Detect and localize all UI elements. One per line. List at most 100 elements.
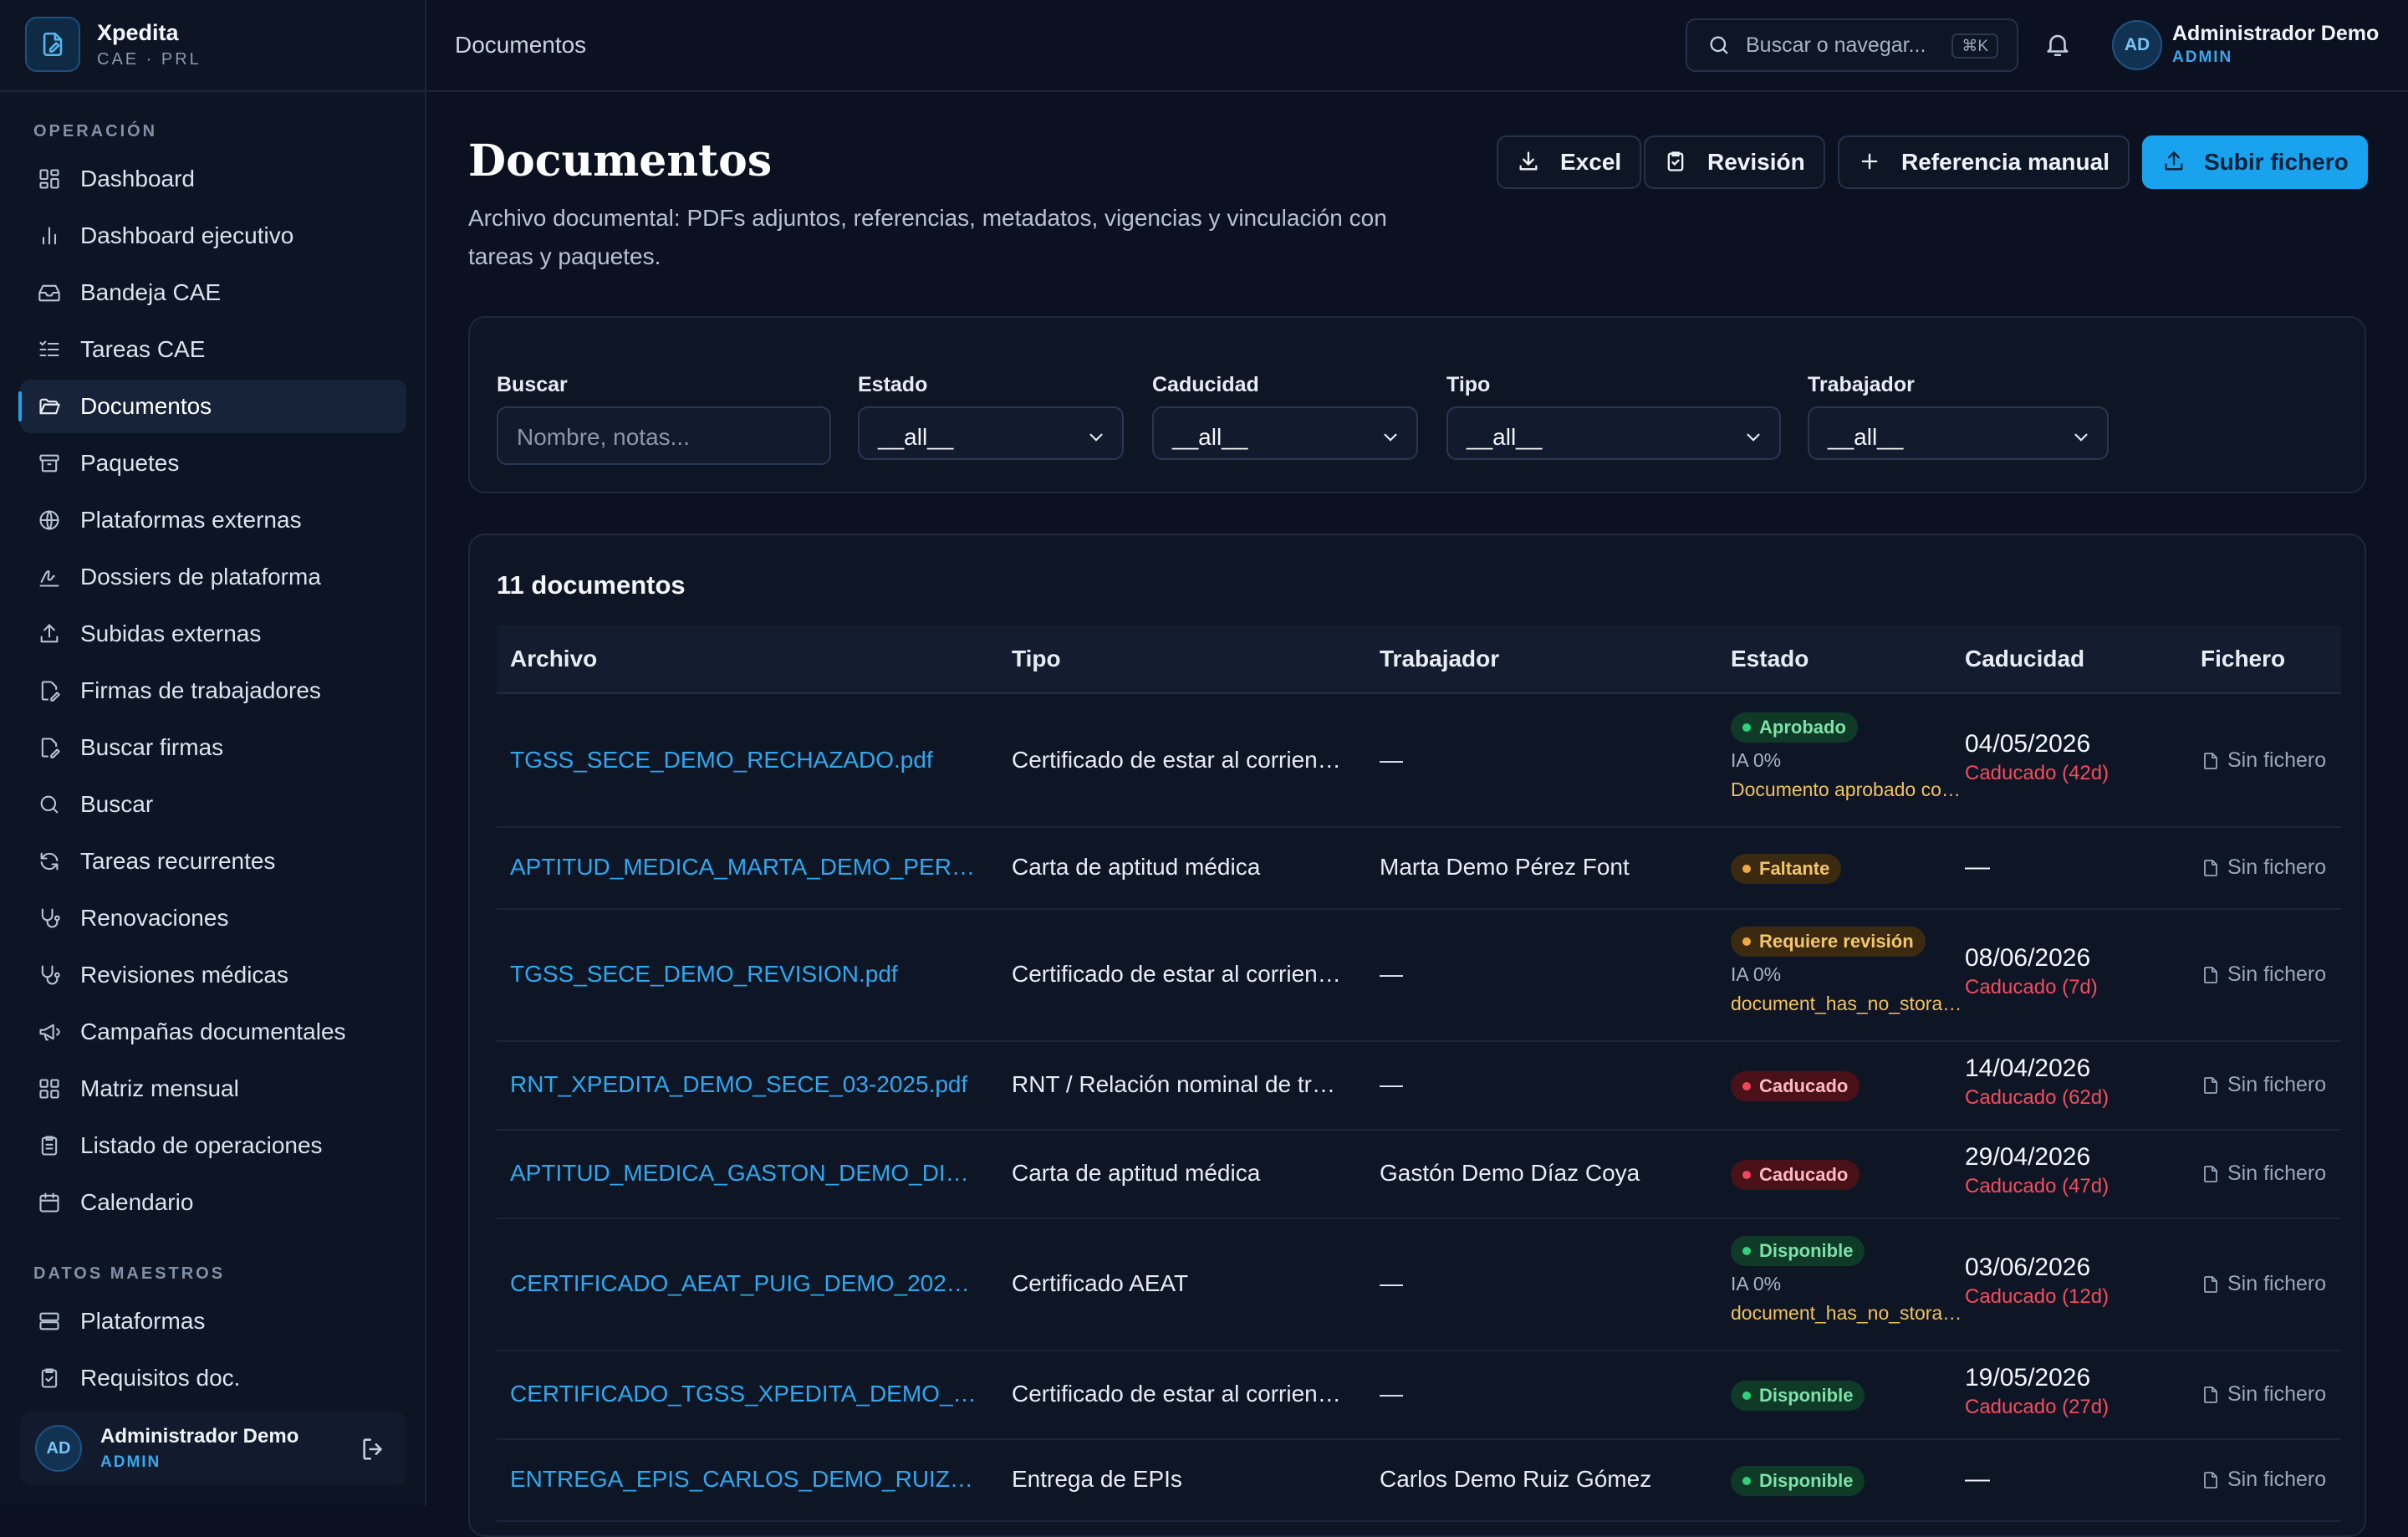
review-button[interactable]: Revisión bbox=[1644, 135, 1825, 189]
bell-icon[interactable] bbox=[2043, 30, 2074, 60]
file-status-label: Sin fichero bbox=[2227, 1073, 2326, 1097]
ai-confidence: IA 0% bbox=[1731, 1273, 1973, 1295]
search-icon bbox=[37, 792, 62, 817]
table-row[interactable]: CERTIFICADO_AEAT_PUIG_DEMO_2026-01.pdfCe… bbox=[497, 1218, 2341, 1351]
sidebar: Xpedita CAE · PRL OPERACIÓN Dashboard Da… bbox=[0, 0, 426, 1505]
file-pen-icon bbox=[37, 678, 62, 703]
sidebar-item-tareas-cae[interactable]: Tareas CAE bbox=[20, 323, 406, 376]
table-row[interactable]: ENTREGA_EPIS_CARLOS_DEMO_RUIZ.pdf Entrega… bbox=[497, 1438, 2341, 1522]
sidebar-item-subidas-externas[interactable]: Subidas externas bbox=[20, 607, 406, 661]
table-row[interactable]: CERTIFICADO_TGSS_XPEDITA_DEMO_2026.pdfCe… bbox=[497, 1350, 2341, 1440]
sidebar-item-calendario[interactable]: Calendario bbox=[20, 1176, 406, 1229]
nav-section-datos-maestros: DATOS MAESTROS bbox=[33, 1264, 225, 1284]
file-link[interactable]: CERTIFICADO_TGSS_XPEDITA_DEMO_2026.pdf bbox=[510, 1381, 978, 1407]
file-link[interactable]: TGSS_SECE_DEMO_RECHAZADO.pdf bbox=[510, 747, 978, 774]
column-header-tipo[interactable]: Tipo bbox=[1012, 646, 1061, 672]
clipboard-check-icon bbox=[1664, 150, 1689, 175]
logout-icon[interactable] bbox=[360, 1435, 388, 1463]
sidebar-item-plataformas-externas[interactable]: Plataformas externas bbox=[20, 493, 406, 547]
file-icon bbox=[2201, 858, 2227, 878]
upload-file-button-label: Subir fichero bbox=[2204, 149, 2349, 176]
column-header-archivo[interactable]: Archivo bbox=[510, 646, 597, 672]
topbar: Documentos Buscar o navegar... ⌘K AD Adm… bbox=[426, 0, 2408, 92]
column-header-caducidad[interactable]: Caducidad bbox=[1965, 646, 2084, 672]
table-row[interactable]: APTITUD_MEDICA_MARTA_DEMO_PEREZCarta de … bbox=[497, 826, 2341, 910]
expiry-date: 03/06/2026 bbox=[1965, 1254, 2182, 1282]
chevron-down-icon bbox=[1380, 426, 1401, 448]
excel-button[interactable]: Excel bbox=[1497, 135, 1641, 189]
sidebar-item-label: Bandeja CAE bbox=[80, 279, 221, 306]
table-row[interactable]: TGSS_SECE_DEMO_RECHAZADO.pdf Certificado … bbox=[497, 694, 2341, 828]
estado-filter-select[interactable]: __all__ bbox=[858, 406, 1124, 460]
worker-name: — bbox=[1380, 1270, 1739, 1297]
file-link[interactable]: ENTREGA_EPIS_CARLOS_DEMO_RUIZ.pdf bbox=[510, 1466, 978, 1493]
file-link[interactable]: APTITUD_MEDICA_GASTON_DEMO_DIAZ_COYA.pdf bbox=[510, 1160, 978, 1187]
search-placeholder: Buscar o navegar... bbox=[1746, 33, 1926, 58]
sidebar-item-firmas-trabajadores[interactable]: Firmas de trabajadores bbox=[20, 664, 406, 717]
sidebar-nav: OPERACIÓN Dashboard Dashboard ejecutivo … bbox=[0, 92, 425, 1409]
status-badge: Disponible bbox=[1731, 1466, 1865, 1496]
upload-file-button[interactable]: Subir fichero bbox=[2142, 135, 2368, 189]
expired-label: Caducado (7d) bbox=[1965, 976, 2182, 999]
table-row[interactable]: TGSS_SECE_DEMO_REVISION.pdfCertificado d… bbox=[497, 908, 2341, 1042]
sidebar-item-label: Tareas recurrentes bbox=[80, 848, 275, 875]
table-row[interactable]: APTITUD_MEDICA_GASTON_DEMO_DIAZ_COYA.pdf… bbox=[497, 1129, 2341, 1219]
status-note: document_has_no_storage_path bbox=[1731, 1302, 1970, 1325]
file-icon bbox=[2201, 1470, 2227, 1490]
sidebar-item-revisiones-medicas[interactable]: Revisiones médicas bbox=[20, 948, 406, 1002]
sidebar-item-paquetes[interactable]: Paquetes bbox=[20, 437, 406, 490]
global-search-input[interactable]: Buscar o navegar... ⌘K bbox=[1686, 18, 2018, 72]
column-header-fichero[interactable]: Fichero bbox=[2201, 646, 2285, 672]
sidebar-item-bandeja-cae[interactable]: Bandeja CAE bbox=[20, 266, 406, 319]
server-icon bbox=[37, 1309, 62, 1334]
excel-button-label: Excel bbox=[1560, 149, 1621, 176]
avatar[interactable]: AD bbox=[35, 1425, 82, 1472]
trabajador-filter-select[interactable]: __all__ bbox=[1808, 406, 2109, 460]
document-type: RNT / Relación nominal de trabajadores bbox=[1012, 1071, 1346, 1098]
user-name: Administrador Demo bbox=[2172, 22, 2379, 46]
sidebar-item-dossiers[interactable]: Dossiers de plataforma bbox=[20, 550, 406, 604]
file-link[interactable]: APTITUD_MEDICA_MARTA_DEMO_PEREZ bbox=[510, 854, 978, 881]
expiry-date: 04/05/2026 bbox=[1965, 730, 2182, 758]
sidebar-item-dashboard-ejecutivo[interactable]: Dashboard ejecutivo bbox=[20, 209, 406, 263]
status-badge: Caducado bbox=[1731, 1071, 1860, 1101]
sidebar-item-matriz-mensual[interactable]: Matriz mensual bbox=[20, 1062, 406, 1116]
status-cell: Caducado bbox=[1731, 1070, 1973, 1101]
sidebar-item-listado-operaciones[interactable]: Listado de operaciones bbox=[20, 1119, 406, 1172]
brand-header[interactable]: Xpedita CAE · PRL bbox=[0, 0, 425, 92]
dashboard-icon bbox=[37, 166, 62, 191]
caducidad-filter-select[interactable]: __all__ bbox=[1152, 406, 1418, 460]
table-row[interactable]: RNT_XPEDITA_DEMO_SECE_03-2025.pdf RNT / R… bbox=[497, 1040, 2341, 1131]
status-dot-icon bbox=[1742, 1477, 1751, 1485]
status-label: Aprobado bbox=[1759, 717, 1846, 738]
trabajador-filter-label: Trabajador bbox=[1808, 373, 1915, 397]
status-cell: DisponibleIA 0%document_has_no_storage_p… bbox=[1731, 1234, 1973, 1325]
search-filter-input[interactable]: Nombre, notas... bbox=[497, 406, 831, 465]
file-link[interactable]: CERTIFICADO_AEAT_PUIG_DEMO_2026-01.pdf bbox=[510, 1270, 978, 1297]
sidebar-item-tareas-recurrentes[interactable]: Tareas recurrentes bbox=[20, 835, 406, 888]
file-icon bbox=[2201, 1274, 2227, 1294]
status-dot-icon bbox=[1742, 723, 1751, 732]
column-header-estado[interactable]: Estado bbox=[1731, 646, 1809, 672]
file-link[interactable]: RNT_XPEDITA_DEMO_SECE_03-2025.pdf bbox=[510, 1071, 978, 1098]
filters-panel: Buscar Nombre, notas... Estado __all__ C… bbox=[468, 316, 2366, 493]
sidebar-item-documentos[interactable]: Documentos bbox=[20, 380, 406, 433]
avatar[interactable]: AD bbox=[2112, 20, 2162, 70]
column-header-trabajador[interactable]: Trabajador bbox=[1380, 646, 1499, 672]
sidebar-item-dashboard[interactable]: Dashboard bbox=[20, 152, 406, 206]
manual-reference-button[interactable]: Referencia manual bbox=[1838, 135, 2130, 189]
stethoscope-icon bbox=[37, 963, 62, 988]
user-role: ADMIN bbox=[2172, 49, 2232, 67]
document-type: Entrega de EPIs bbox=[1012, 1466, 1346, 1493]
document-type: Certificado de estar al corriente con la… bbox=[1012, 747, 1346, 774]
file-link[interactable]: TGSS_SECE_DEMO_REVISION.pdf bbox=[510, 961, 978, 988]
sidebar-item-renovaciones[interactable]: Renovaciones bbox=[20, 891, 406, 945]
sidebar-item-buscar[interactable]: Buscar bbox=[20, 778, 406, 831]
status-cell: Disponible bbox=[1731, 1464, 1973, 1496]
sidebar-item-buscar-firmas[interactable]: Buscar firmas bbox=[20, 721, 406, 774]
sidebar-item-plataformas[interactable]: Plataformas bbox=[20, 1294, 406, 1348]
sidebar-item-requisitos-doc[interactable]: Requisitos doc. bbox=[20, 1351, 406, 1405]
file-icon bbox=[2201, 1075, 2227, 1095]
tipo-filter-select[interactable]: __all__ bbox=[1446, 406, 1781, 460]
sidebar-item-campanas[interactable]: Campañas documentales bbox=[20, 1005, 406, 1059]
